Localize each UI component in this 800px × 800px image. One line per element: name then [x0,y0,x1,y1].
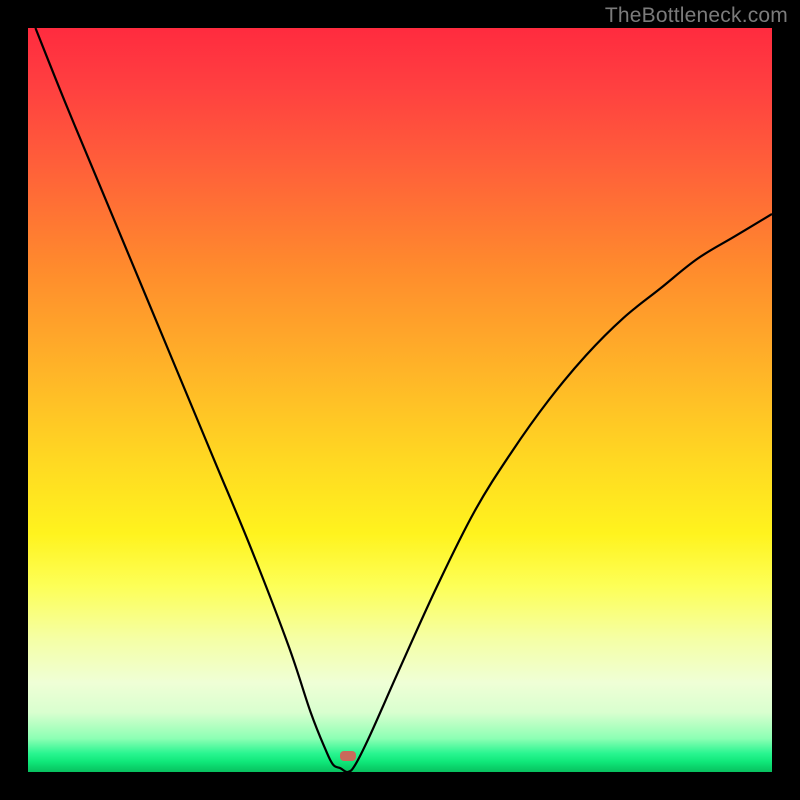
curve-path [35,28,772,772]
bottleneck-curve [28,28,772,772]
watermark-text: TheBottleneck.com [605,4,788,28]
chart-frame: TheBottleneck.com [0,0,800,800]
optimal-marker [340,751,356,761]
